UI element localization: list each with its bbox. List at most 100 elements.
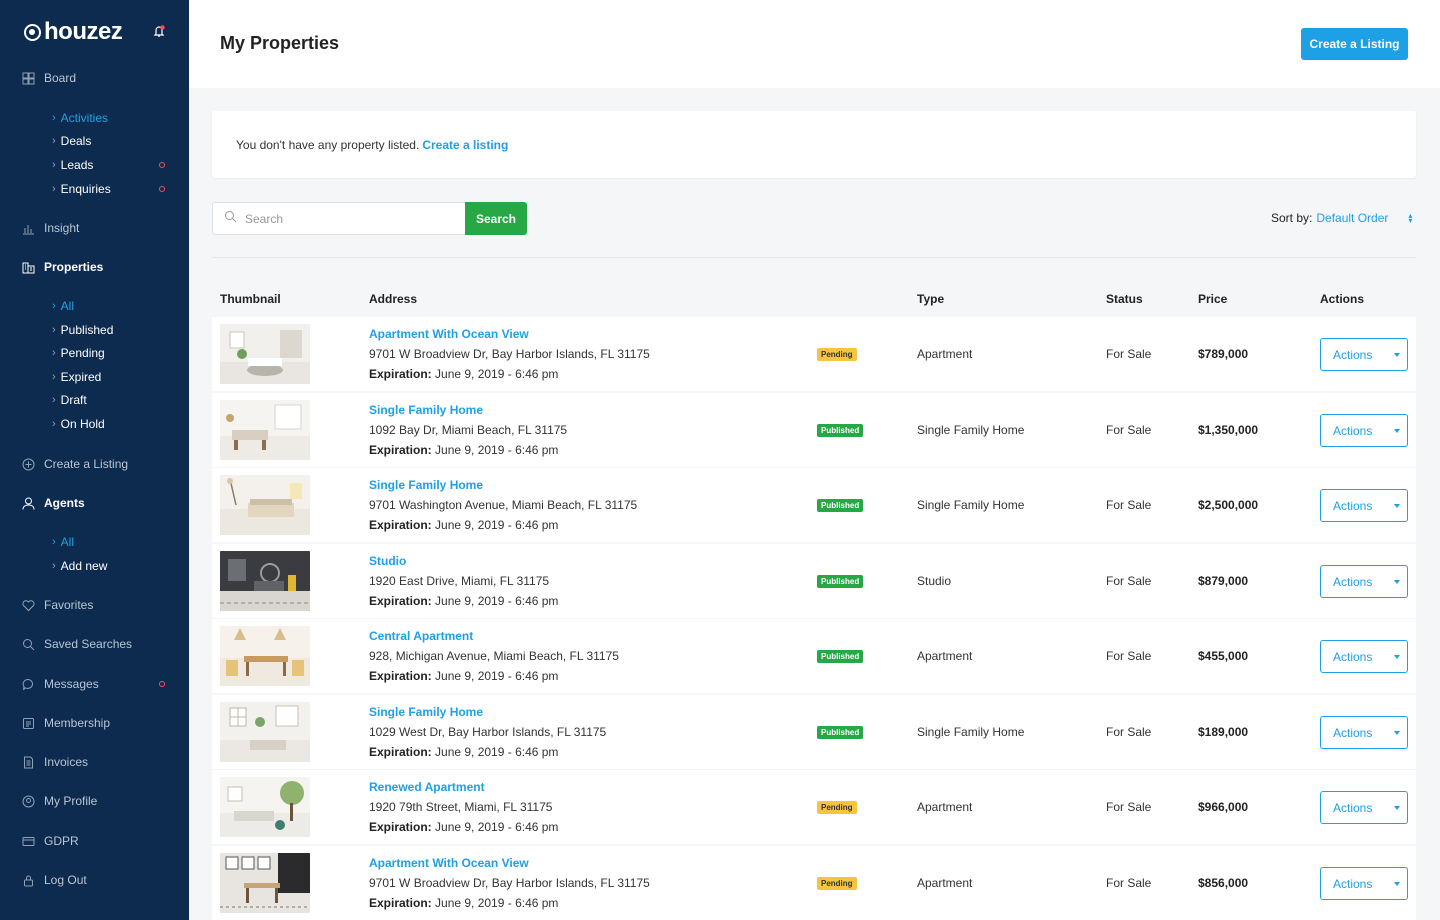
create-listing-link[interactable]: Create a listing (422, 138, 508, 152)
property-title-link[interactable]: Apartment With Ocean View (369, 856, 529, 870)
sidebar-item-leads[interactable]: › Leads (52, 157, 93, 173)
actions-dropdown-button[interactable]: Actions (1320, 791, 1408, 824)
sidebar-item-pending[interactable]: › Pending (52, 345, 105, 361)
expiration-label: Expiration: (369, 896, 432, 910)
property-thumbnail[interactable] (220, 475, 310, 535)
expiration-value: June 9, 2019 - 6:46 pm (435, 820, 559, 834)
property-title-link[interactable]: Studio (369, 554, 406, 568)
sidebar-item-all-agents[interactable]: › All (52, 534, 74, 550)
column-header-price: Price (1198, 292, 1228, 306)
expiration-label: Expiration: (369, 669, 432, 683)
search-field[interactable] (212, 202, 465, 235)
expiration-value: June 9, 2019 - 6:46 pm (435, 896, 559, 910)
notification-bell-icon[interactable] (152, 24, 166, 38)
sidebar-item-enquiries[interactable]: › Enquiries (52, 181, 111, 197)
property-title-link[interactable]: Single Family Home (369, 705, 483, 719)
sidebar-item-draft[interactable]: › Draft (52, 392, 87, 408)
nav-board[interactable]: Board (22, 69, 76, 87)
chevron-right-icon: › (52, 347, 56, 359)
property-thumbnail[interactable] (220, 777, 310, 837)
property-address: 9701 Washington Avenue, Miami Beach, FL … (369, 498, 638, 512)
property-price: $1,350,000 (1198, 423, 1259, 437)
sort-control[interactable]: Sort by: Default Order ▴ ▾ (1271, 211, 1412, 225)
nav-logout-label: Log Out (44, 873, 87, 887)
property-address: 9701 W Broadview Dr, Bay Harbor Islands,… (369, 876, 650, 890)
property-title-link[interactable]: Apartment With Ocean View (369, 327, 529, 341)
nav-logout[interactable]: Log Out (22, 871, 87, 889)
sidebar-item-expired[interactable]: › Expired (52, 369, 101, 385)
sidebar-item-deals[interactable]: › Deals (52, 133, 91, 149)
property-thumbnail[interactable] (220, 551, 310, 611)
property-type: Apartment (917, 649, 973, 663)
sort-arrows-icon: ▴ ▾ (1408, 211, 1413, 225)
actions-dropdown-button[interactable]: Actions (1320, 489, 1408, 522)
actions-dropdown-button[interactable]: Actions (1320, 640, 1408, 673)
heart-icon (22, 599, 35, 612)
property-title-link[interactable]: Central Apartment (369, 629, 473, 643)
chevron-right-icon: › (52, 183, 56, 195)
brand-name: houzez (44, 18, 123, 45)
nav-insight[interactable]: Insight (22, 219, 79, 237)
sidebar-item-activities[interactable]: › Activities (52, 110, 108, 126)
property-title-link[interactable]: Renewed Apartment (369, 780, 485, 794)
property-type: Apartment (917, 347, 973, 361)
property-thumbnail[interactable] (220, 626, 310, 686)
property-price: $856,000 (1198, 876, 1249, 890)
property-thumbnail[interactable] (220, 853, 310, 913)
actions-dropdown-button[interactable]: Actions (1320, 867, 1408, 900)
properties-icon (22, 261, 35, 274)
sidebar-item-label: All (60, 535, 75, 549)
notice-message: You don't have any property listed. Creat… (236, 138, 508, 152)
property-title-link[interactable]: Single Family Home (369, 403, 483, 417)
chevron-right-icon: › (52, 135, 56, 147)
property-expiration: Expiration: June 9, 2019 - 6:46 pm (369, 443, 558, 457)
nav-membership[interactable]: Membership (22, 714, 110, 732)
sidebar-item-on-hold[interactable]: › On Hold (52, 416, 105, 432)
property-address: 1920 East Drive, Miami, FL 31175 (369, 574, 550, 588)
search-input[interactable] (245, 211, 445, 226)
property-expiration: Expiration: June 9, 2019 - 6:46 pm (369, 820, 558, 834)
sort-value[interactable]: Default Order (1316, 211, 1388, 225)
nav-board-label: Board (44, 71, 77, 85)
status-badge: Pending (817, 877, 857, 890)
messages-alert-dot (159, 681, 165, 687)
nav-properties[interactable]: Properties (22, 258, 103, 276)
actions-dropdown-button[interactable]: Actions (1320, 716, 1408, 749)
sidebar-item-add-new-agent[interactable]: › Add new (52, 558, 107, 574)
caret-down-icon (1394, 654, 1401, 659)
nav-gdpr[interactable]: GDPR (22, 832, 79, 850)
nav-agents[interactable]: Agents (22, 494, 85, 512)
chat-icon (22, 678, 35, 691)
houzez-logo[interactable]: houzez (24, 18, 123, 46)
nav-saved-searches[interactable]: Saved Searches (22, 635, 132, 653)
profile-icon (22, 795, 35, 808)
nav-messages-label: Messages (44, 677, 99, 691)
actions-dropdown-button[interactable]: Actions (1320, 414, 1408, 447)
nav-messages[interactable]: Messages (22, 675, 99, 693)
property-expiration: Expiration: June 9, 2019 - 6:46 pm (369, 594, 558, 608)
property-expiration: Expiration: June 9, 2019 - 6:46 pm (369, 367, 558, 381)
search-button[interactable]: Search (465, 202, 527, 235)
property-thumbnail[interactable] (220, 400, 310, 460)
nav-create-listing[interactable]: Create a Listing (22, 455, 128, 473)
property-address: 1029 West Dr, Bay Harbor Islands, FL 311… (369, 725, 607, 739)
actions-dropdown-button[interactable]: Actions (1320, 338, 1408, 371)
empty-notice: You don't have any property listed. Creat… (212, 111, 1416, 178)
actions-dropdown-button[interactable]: Actions (1320, 565, 1408, 598)
create-listing-button[interactable]: Create a Listing (1301, 28, 1408, 60)
sidebar-item-label: Expired (60, 370, 102, 384)
nav-saved-searches-label: Saved Searches (44, 637, 133, 651)
property-thumbnail[interactable] (220, 702, 310, 762)
sidebar-item-label: Draft (60, 393, 87, 407)
nav-my-profile[interactable]: My Profile (22, 792, 97, 810)
nav-favorites[interactable]: Favorites (22, 596, 93, 614)
sidebar-item-published[interactable]: › Published (52, 322, 113, 338)
nav-gdpr-label: GDPR (44, 834, 79, 848)
sidebar-item-label: Pending (60, 346, 105, 360)
nav-properties-label: Properties (44, 260, 104, 274)
sidebar-item-all-properties[interactable]: › All (52, 298, 74, 314)
actions-label: Actions (1333, 725, 1373, 740)
property-thumbnail[interactable] (220, 324, 310, 384)
property-title-link[interactable]: Single Family Home (369, 478, 483, 492)
nav-invoices[interactable]: Invoices (22, 753, 88, 771)
